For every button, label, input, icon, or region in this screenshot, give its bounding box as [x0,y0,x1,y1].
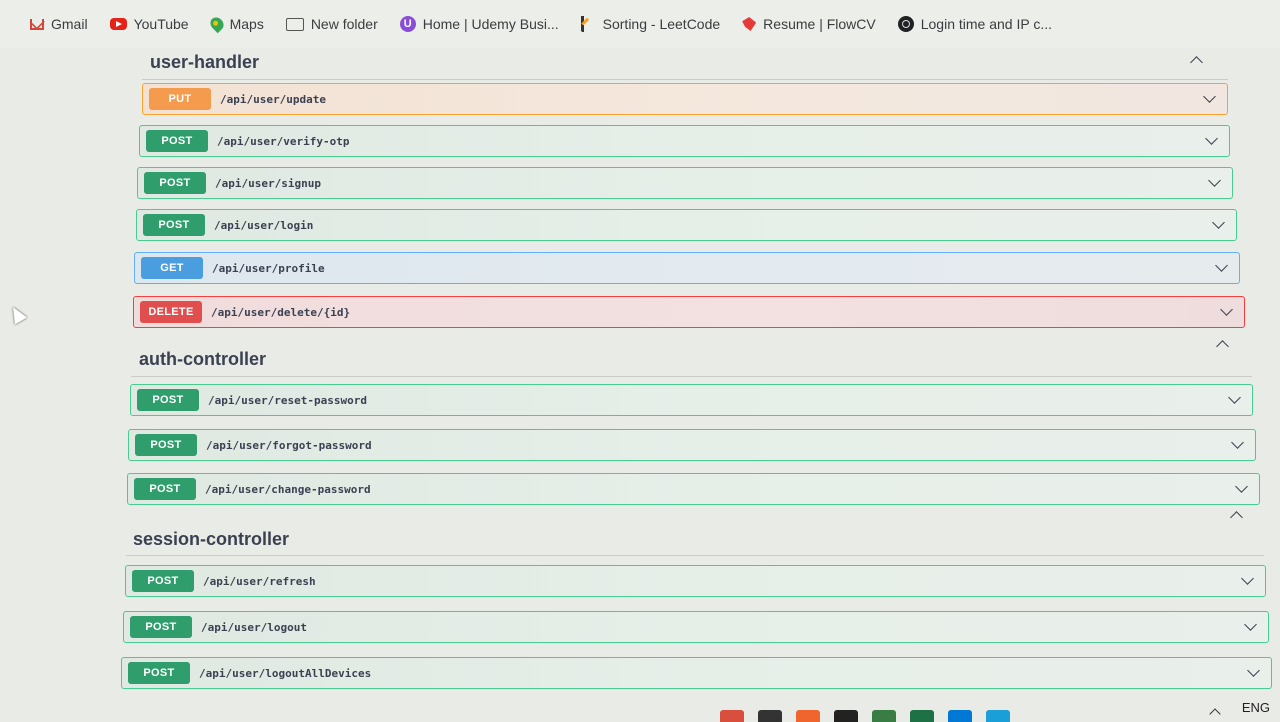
endpoint-path: /api/user/change-password [205,482,371,496]
chevron-up-icon[interactable] [1210,706,1220,716]
app-icon[interactable] [796,710,820,722]
section-title-session-controller[interactable]: session-controller [133,529,289,550]
method-badge: POST [128,662,190,684]
operation-post-forgot-password[interactable]: POST /api/user/forgot-password [128,429,1256,461]
bookmarks-bar: Gmail YouTube Maps New folder U Home | Ud… [0,0,1280,48]
app-icon[interactable] [910,710,934,722]
bookmark-label: Gmail [51,16,88,32]
app-icon[interactable] [986,710,1010,722]
chevron-down-icon[interactable] [1212,218,1224,230]
mouse-cursor-icon [6,303,28,325]
bookmark-login-time[interactable]: Login time and IP c... [897,16,1052,32]
chevron-up-icon[interactable] [1231,509,1241,519]
chevron-down-icon[interactable] [1231,438,1243,450]
endpoint-path: /api/user/profile [212,261,325,275]
endpoint-path: /api/user/login [214,218,314,232]
section-divider [142,79,1228,80]
app-icon[interactable] [872,710,896,722]
bookmark-gmail[interactable]: Gmail [30,16,88,32]
section-divider [131,376,1252,377]
endpoint-path: /api/user/signup [215,176,321,190]
operation-get-profile[interactable]: GET /api/user/profile [134,252,1240,284]
operation-post-change-password[interactable]: POST /api/user/change-password [127,473,1260,505]
operation-delete-user[interactable]: DELETE /api/user/delete/{id} [133,296,1245,328]
chevron-down-icon[interactable] [1235,482,1247,494]
method-badge: POST [137,389,199,411]
bookmark-maps[interactable]: Maps [207,14,264,34]
bookmark-flowcv[interactable]: Resume | FlowCV [742,16,876,32]
chevron-down-icon[interactable] [1208,176,1220,188]
youtube-icon [109,18,127,30]
app-icon[interactable] [948,710,972,722]
section-title-auth-controller[interactable]: auth-controller [139,349,266,370]
method-badge: POST [134,478,196,500]
bookmark-label: New folder [310,16,378,32]
operation-post-logout[interactable]: POST /api/user/logout [123,611,1269,643]
operation-post-login[interactable]: POST /api/user/login [136,209,1237,241]
endpoint-path: /api/user/delete/{id} [211,305,351,319]
method-badge: POST [135,434,197,456]
clock-icon [897,16,914,32]
swagger-content: user-handler PUT /api/user/update POST /… [0,48,1280,720]
section-divider [126,555,1264,556]
bookmark-label: Login time and IP c... [920,16,1052,32]
chevron-down-icon[interactable] [1220,305,1232,317]
endpoint-path: /api/user/logout [201,620,307,634]
operation-put-user-update[interactable]: PUT /api/user/update [142,83,1228,115]
taskbar-apps [720,710,1010,722]
chevron-up-icon[interactable] [1217,338,1227,348]
endpoint-path: /api/user/logoutAllDevices [199,666,372,680]
bookmark-leetcode[interactable]: Sorting - LeetCode [580,16,721,32]
bookmark-udemy[interactable]: U Home | Udemy Busi... [399,16,559,32]
app-icon[interactable] [834,710,858,722]
operation-post-logout-all-devices[interactable]: POST /api/user/logoutAllDevices [121,657,1272,689]
method-badge: PUT [149,88,211,110]
app-icon[interactable] [720,710,744,722]
flowcv-icon [742,17,757,31]
leetcode-icon [580,16,596,32]
language-indicator[interactable]: ENG [1242,700,1270,715]
method-badge: POST [132,570,194,592]
bookmark-label: Sorting - LeetCode [602,16,721,32]
operation-post-signup[interactable]: POST /api/user/signup [137,167,1233,199]
chevron-up-icon[interactable] [1191,54,1201,64]
operation-post-reset-password[interactable]: POST /api/user/reset-password [130,384,1253,416]
endpoint-path: /api/user/forgot-password [206,438,372,452]
chevron-down-icon[interactable] [1228,393,1240,405]
chevron-down-icon[interactable] [1247,666,1259,678]
chevron-down-icon[interactable] [1203,92,1215,104]
endpoint-path: /api/user/refresh [203,574,316,588]
method-badge: POST [130,616,192,638]
endpoint-path: /api/user/reset-password [208,393,367,407]
folder-icon [285,17,304,31]
method-badge: GET [141,257,203,279]
maps-icon [207,14,226,34]
chevron-down-icon[interactable] [1205,134,1217,146]
endpoint-path: /api/user/verify-otp [217,134,350,148]
chevron-down-icon[interactable] [1215,261,1227,273]
method-badge: DELETE [140,301,202,323]
method-badge: POST [143,214,205,236]
section-title-user-handler[interactable]: user-handler [150,52,259,73]
bookmark-new-folder[interactable]: New folder [285,16,378,32]
bookmark-label: Home | Udemy Busi... [422,16,559,32]
udemy-icon: U [399,16,416,32]
method-badge: POST [146,130,208,152]
bookmark-label: Maps [229,16,264,32]
endpoint-path: /api/user/update [220,92,326,106]
operation-post-verify-otp[interactable]: POST /api/user/verify-otp [139,125,1230,157]
app-icon[interactable] [758,710,782,722]
method-badge: POST [144,172,206,194]
chevron-down-icon[interactable] [1241,574,1253,586]
chevron-down-icon[interactable] [1244,620,1256,632]
operation-post-refresh[interactable]: POST /api/user/refresh [125,565,1266,597]
bookmark-youtube[interactable]: YouTube [109,16,189,32]
bookmark-label: YouTube [133,16,189,32]
taskbar: ENG [0,700,1280,722]
bookmark-label: Resume | FlowCV [763,16,876,32]
gmail-icon [30,18,44,30]
